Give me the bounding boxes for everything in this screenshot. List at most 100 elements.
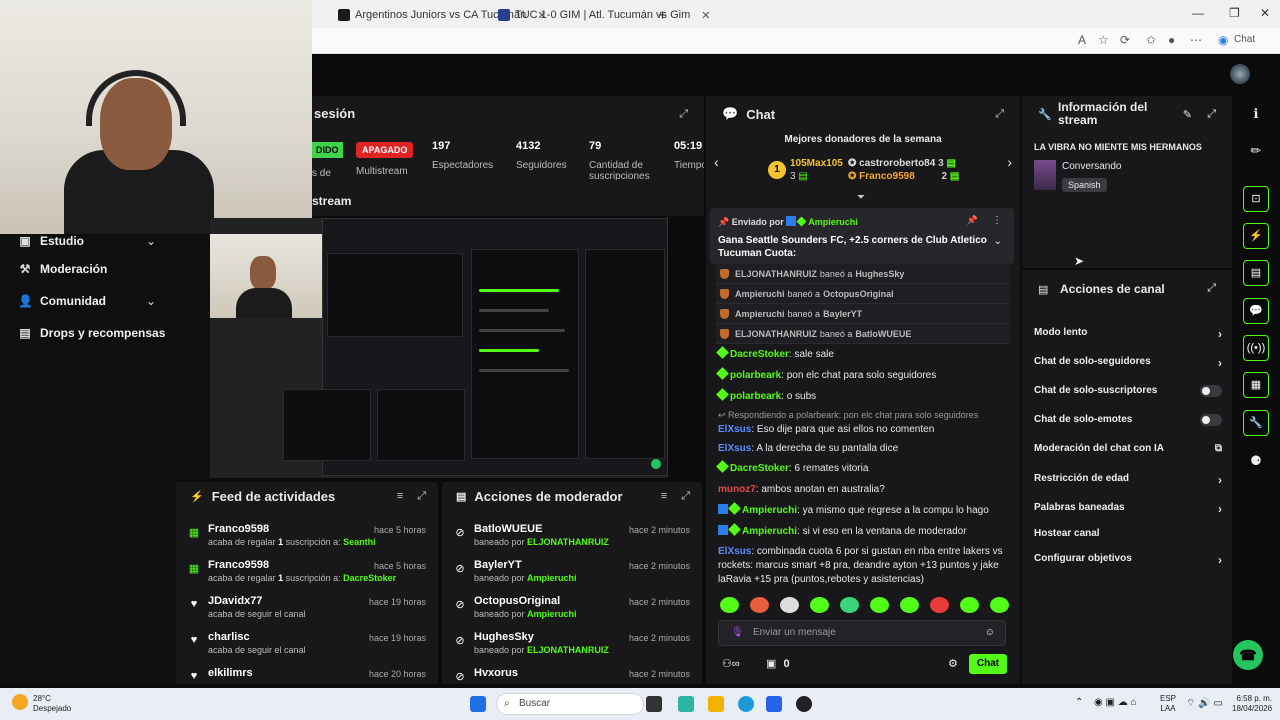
more-options-icon[interactable]: ⋮ — [992, 215, 1002, 226]
support-fab[interactable]: ☎ — [1233, 640, 1263, 670]
copilot-icon[interactable] — [678, 696, 694, 712]
chat-message[interactable]: DacreStoker: 6 remates vitoria — [716, 460, 1010, 476]
feed-user[interactable]: JDavidx77 — [208, 595, 262, 607]
category-name[interactable]: Conversando — [1062, 161, 1121, 172]
moderator-name[interactable]: Ampieruchi — [527, 573, 577, 583]
weather-widget[interactable]: 28°C Despejado — [33, 694, 71, 714]
feed-item[interactable]: ♥ charlisc acaba de seguir el canal hace 19… — [176, 630, 438, 666]
nav-item-comunidad[interactable]: 👤 Comunidad — [18, 294, 106, 308]
banned-user[interactable]: HughesSky — [474, 631, 534, 643]
chat-username[interactable]: Ampieruchi — [742, 505, 797, 516]
channel-action-item[interactable]: Chat de solo-suscriptores — [1034, 385, 1222, 397]
obs-icon[interactable] — [796, 696, 812, 712]
mod-action-item[interactable]: ⊘ OctopusOriginal baneado por Ampieruchi ha… — [442, 594, 702, 630]
emote-icon[interactable] — [990, 597, 1009, 613]
ban-target[interactable]: OctopusOriginal — [823, 289, 894, 299]
minimize-icon[interactable]: — — [1192, 6, 1204, 20]
channel-action-item[interactable]: Chat de solo-emotes — [1034, 414, 1222, 426]
store-icon[interactable] — [766, 696, 782, 712]
nav-item-moderacion[interactable]: ⚒ Moderación — [18, 262, 108, 276]
banned-user[interactable]: Hvxorus — [474, 667, 518, 679]
chat-icon[interactable]: 💬 — [1243, 298, 1269, 324]
ban-moderator[interactable]: Ampieruchi — [735, 289, 785, 299]
chat-message[interactable]: Ampieruchi: si vi eso en la ventana de m… — [718, 523, 1010, 539]
ban-moderator[interactable]: ELJONATHANRUIZ — [735, 269, 817, 279]
chevron-left-icon[interactable]: ‹ — [714, 154, 719, 170]
copilot-chat-label[interactable]: Chat — [1234, 34, 1255, 45]
emote-icon[interactable] — [870, 597, 889, 613]
nav-item-estudio[interactable]: ▣ Estudio — [18, 234, 84, 248]
camera-icon[interactable]: ⊡ — [1243, 186, 1269, 212]
chat-username[interactable]: polarbeark — [730, 391, 781, 402]
channel-action-item[interactable]: Configurar objetivos › — [1034, 553, 1222, 567]
chevron-down-icon[interactable]: ⌄ — [146, 294, 156, 308]
network-icon[interactable]: ⌔ 🔊 ▭ — [1186, 697, 1223, 710]
expand-icon[interactable]: ⤢ — [995, 108, 1004, 121]
channel-action-item[interactable]: Hostear canal — [1034, 528, 1222, 539]
banned-user[interactable]: OctopusOriginal — [474, 595, 560, 607]
channel-action-item[interactable]: Modo lento › — [1034, 327, 1222, 341]
close-tab-icon[interactable]: ✕ — [701, 9, 710, 22]
emote-icon[interactable] — [780, 597, 799, 613]
favorite-star-icon[interactable]: ☆ — [1098, 33, 1109, 47]
pin-icon[interactable]: 📌 — [967, 215, 978, 226]
points-display[interactable]: ▣ 0 — [766, 657, 790, 670]
wrench-icon[interactable]: 🔧 — [1243, 410, 1269, 436]
profile-avatar-icon[interactable]: ● — [1168, 33, 1175, 47]
maximize-icon[interactable]: ❐ — [1229, 6, 1240, 20]
feed-user[interactable]: Franco9598 — [208, 523, 269, 535]
chat-message[interactable]: polarbeark: pon elc chat para solo segui… — [716, 367, 1010, 383]
chevron-right-icon[interactable]: › — [1218, 356, 1222, 370]
chat-username[interactable]: munoz7 — [718, 484, 756, 495]
chevron-right-icon[interactable]: › — [1007, 154, 1012, 170]
users-icon[interactable]: ⚇∞ — [722, 657, 740, 670]
feed-user[interactable]: charlisc — [208, 631, 250, 643]
emote-icon[interactable] — [750, 597, 769, 613]
toggle-switch[interactable] — [1200, 385, 1222, 397]
tray-chevron-icon[interactable]: ⌃ — [1075, 697, 1083, 708]
expand-icon[interactable]: ⤢ — [679, 108, 688, 121]
ban-target[interactable]: HughesSky — [855, 269, 904, 279]
channel-action-item[interactable]: Palabras baneadas › — [1034, 502, 1222, 516]
chat-message[interactable]: DacreStoker: sale sale — [716, 346, 1010, 362]
edge-browser-icon[interactable] — [738, 696, 754, 712]
chat-username[interactable]: ElXsus — [718, 443, 751, 454]
emote-icon[interactable] — [840, 597, 859, 613]
language-indicator[interactable]: ESP LAA — [1160, 694, 1176, 714]
expand-icon[interactable]: ⤢ — [1207, 282, 1216, 295]
filter-icon[interactable]: ≡ — [661, 490, 667, 503]
refresh-icon[interactable]: ⟳ — [1120, 33, 1130, 47]
feed-target[interactable]: DacreStoker — [343, 573, 396, 583]
copilot-icon[interactable]: ◉ — [1218, 33, 1228, 47]
edit-icon[interactable]: ✎ — [1183, 108, 1192, 121]
chat-message[interactable]: ElXsus: combinada cuota 6 por si gustan … — [718, 545, 1010, 587]
expand-icon[interactable]: ⤢ — [1207, 108, 1216, 121]
moderator-name[interactable]: ELJONATHANRUIZ — [527, 645, 609, 655]
channel-action-item[interactable]: Restricción de edad › — [1034, 473, 1222, 487]
tray-icons[interactable]: ◉ ▣ ☁ ⌂ — [1094, 697, 1137, 708]
chevron-right-icon[interactable]: › — [1218, 553, 1222, 567]
broadcast-icon[interactable]: ((•)) — [1243, 335, 1269, 361]
taskbar-search[interactable]: ⌕ Buscar — [496, 693, 644, 715]
emote-icon[interactable] — [960, 597, 979, 613]
ban-moderator[interactable]: Ampieruchi — [735, 309, 785, 319]
filter-icon[interactable]: ≡ — [397, 490, 403, 503]
favorites-icon[interactable]: ✩ — [1146, 33, 1156, 47]
external-link-icon[interactable]: ⧉ — [1215, 443, 1222, 454]
bolt-icon[interactable]: ⚡ — [1243, 223, 1269, 249]
chat-settings-icon[interactable]: ⚙ — [948, 657, 958, 670]
mod-action-item[interactable]: ⊘ BaylerYT baneado por Ampieruchi hace 2 mi… — [442, 558, 702, 594]
microphone-icon[interactable]: 🎙 — [731, 621, 744, 645]
pencil-icon[interactable]: ✏ — [1243, 138, 1269, 164]
feed-item[interactable]: ▦ Franco9598 acaba de regalar 1 suscripció… — [176, 558, 438, 594]
browser-tab[interactable]: TUC 1-0 GIM | Atl. Tucumán vs Gim ✕ — [498, 6, 710, 24]
mod-action-item[interactable]: ⊘ BatloWUEUE baneado por ELJONATHANRUIZ hac… — [442, 522, 702, 558]
chat-message[interactable]: ElXsus: Eso dije para que asi ellos no c… — [718, 423, 1010, 437]
chat-message[interactable]: munoz7: ambos anotan en australia? — [718, 483, 1010, 497]
chat-message[interactable]: Ampieruchi: ya mismo que regrese a la co… — [718, 502, 1010, 518]
emote-icon[interactable] — [930, 597, 949, 613]
collapse-icon[interactable]: ⏷ — [857, 192, 865, 203]
new-tab-icon[interactable]: + — [658, 6, 667, 24]
weather-icon[interactable] — [12, 694, 28, 710]
chat-username[interactable]: ElXsus — [718, 546, 751, 557]
